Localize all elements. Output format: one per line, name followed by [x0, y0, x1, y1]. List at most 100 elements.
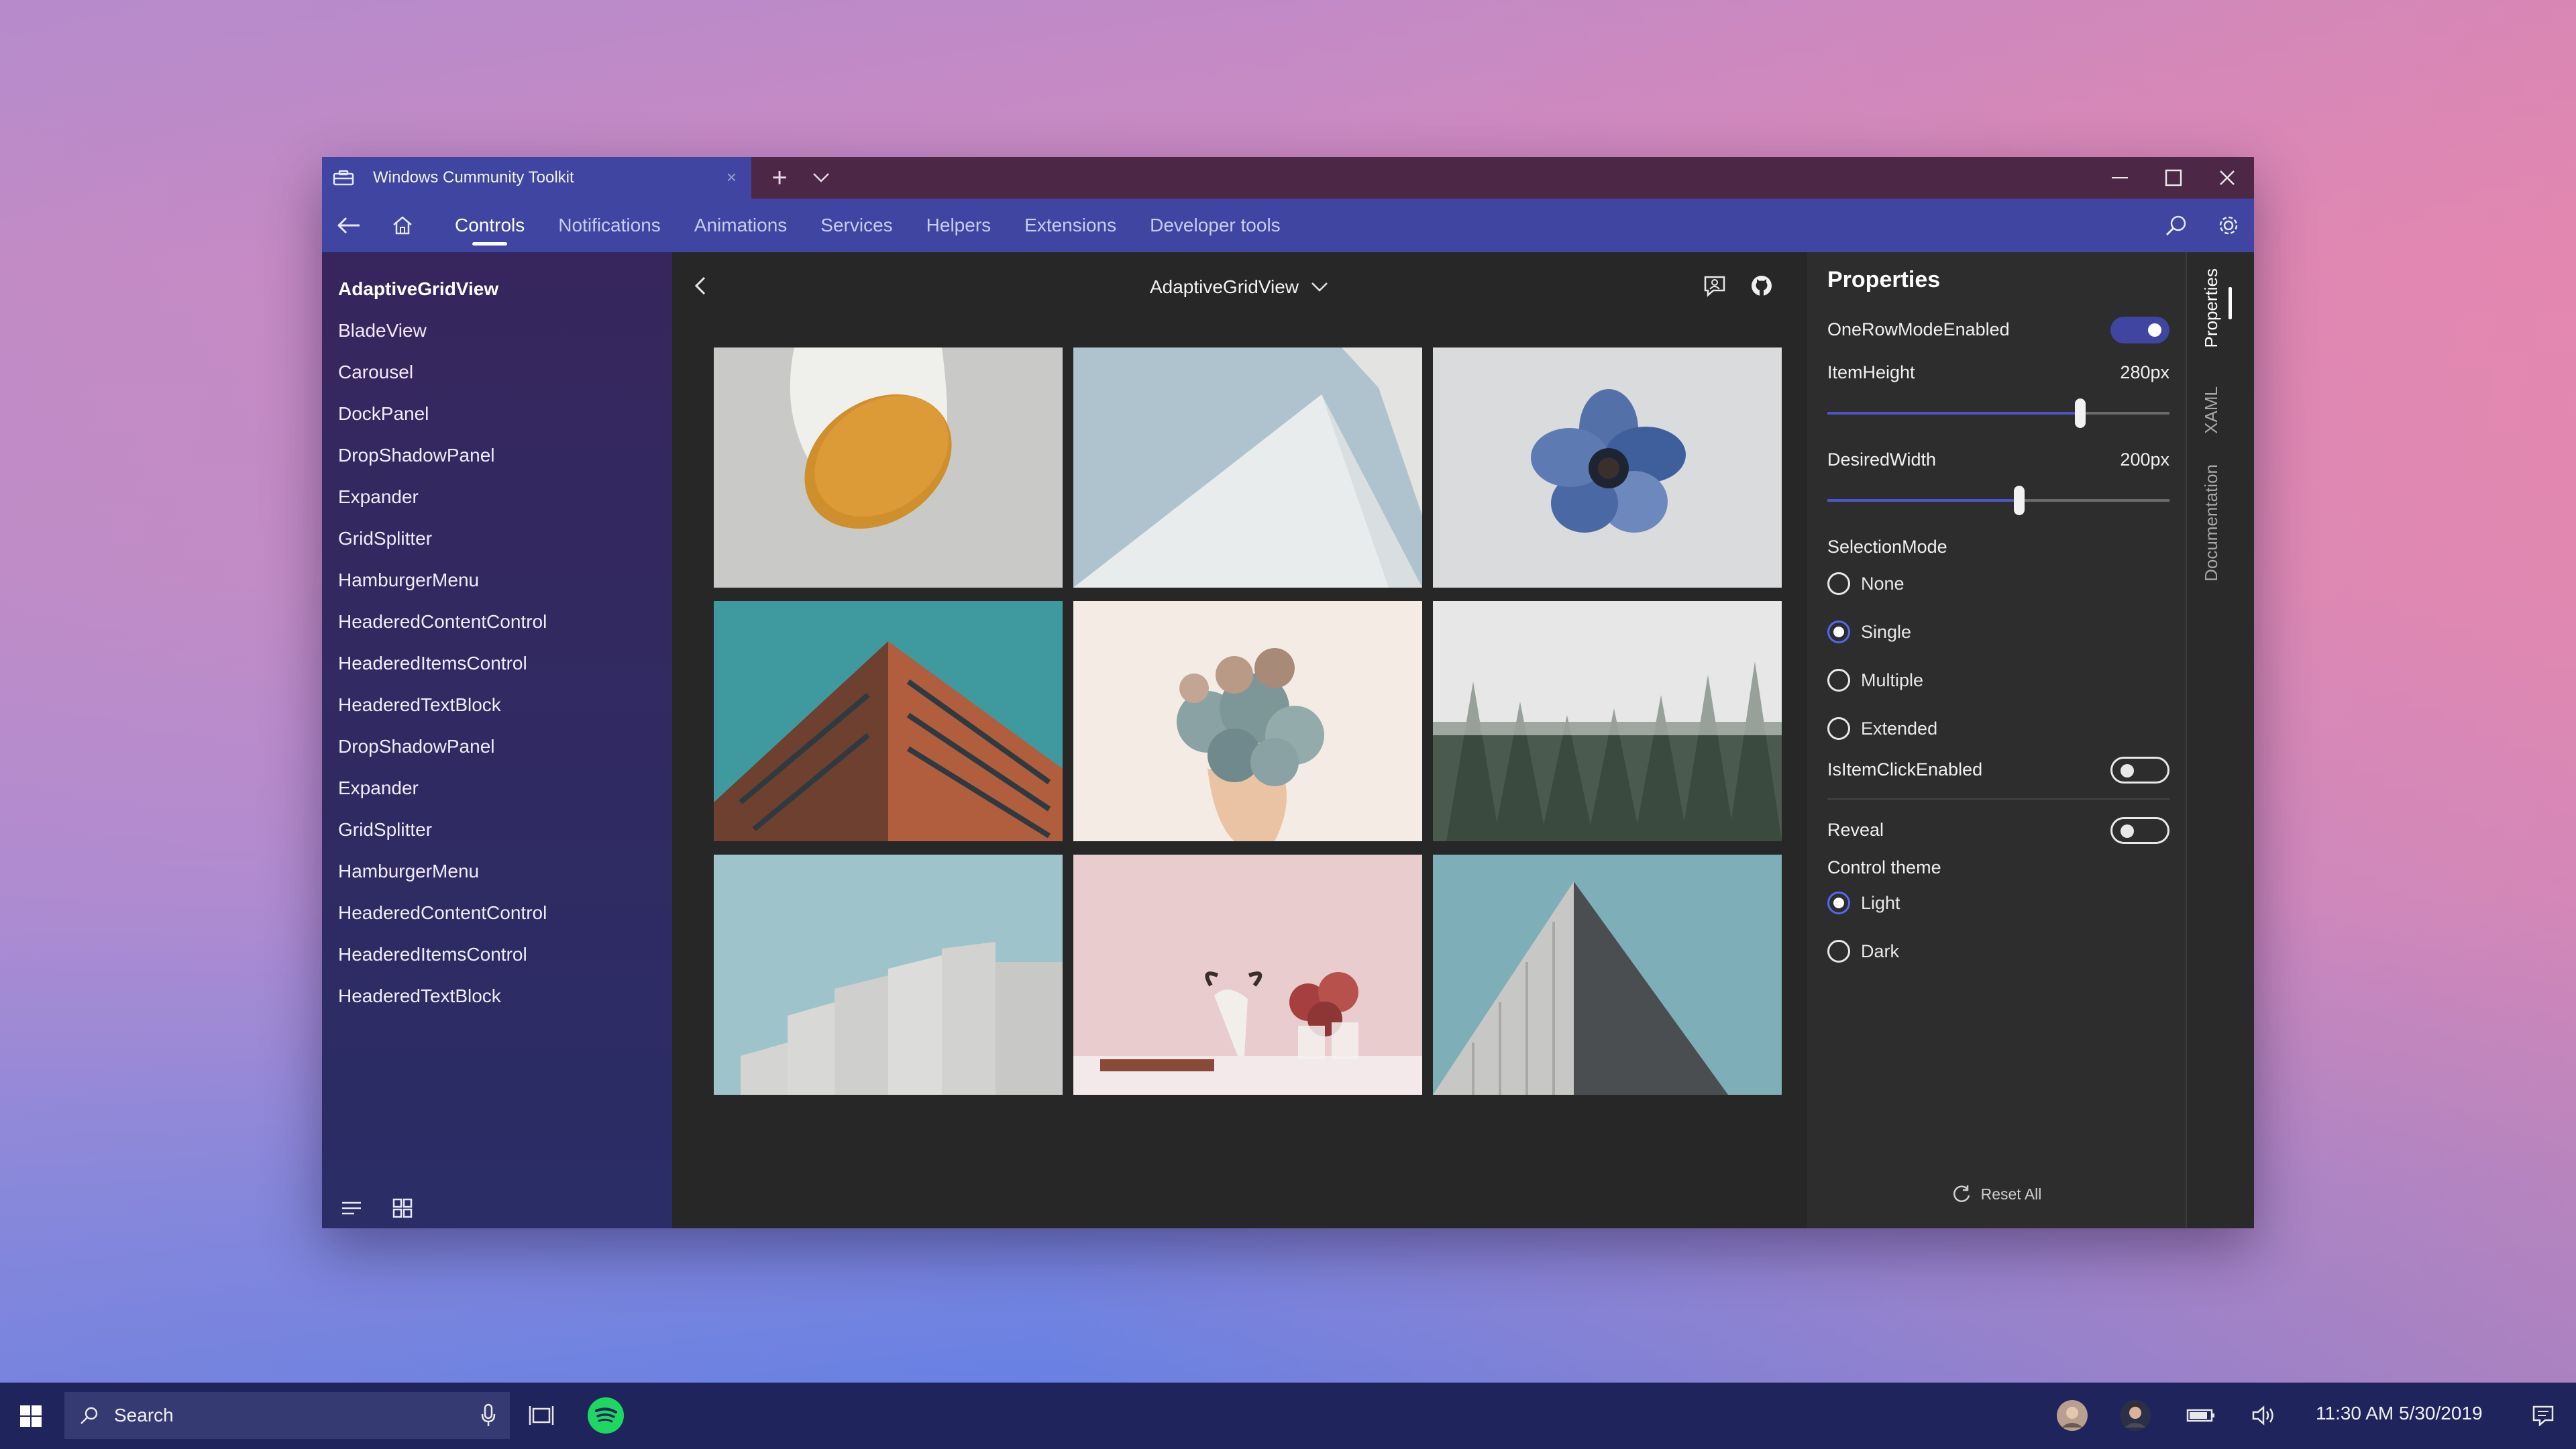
- sidebar-item-bladeview[interactable]: BladeView: [338, 310, 547, 352]
- action-center-icon[interactable]: [2526, 1399, 2560, 1432]
- taskbar-search-box[interactable]: Search: [64, 1392, 510, 1439]
- maximize-button[interactable]: [2147, 157, 2200, 199]
- sidebar-item-hamburgermenu[interactable]: HamburgerMenu: [338, 559, 547, 601]
- white-pyramid-sky-photo[interactable]: [1073, 347, 1422, 588]
- nav-tab-helpers[interactable]: Helpers: [926, 199, 991, 252]
- sidebar-item-gridsplitter-2[interactable]: GridSplitter: [338, 809, 547, 851]
- succulent-bouquet-photo[interactable]: [1073, 601, 1422, 841]
- toggle-knob: [2148, 323, 2161, 337]
- sidebar-item-dockpanel[interactable]: DockPanel: [338, 393, 547, 435]
- windows-start-icon[interactable]: [11, 1396, 51, 1436]
- tab-title: Windows Cummunity Toolkit: [373, 168, 574, 186]
- nav-tab-notifications[interactable]: Notifications: [558, 199, 661, 252]
- item-height-value: 280px: [2120, 362, 2169, 382]
- nav-tab-developer-tools[interactable]: Developer tools: [1150, 199, 1281, 252]
- brick-building-photo[interactable]: [714, 601, 1063, 841]
- selection-mode-none-radio[interactable]: None: [1827, 570, 1904, 597]
- desired-width-slider[interactable]: [1827, 486, 2169, 515]
- pivot-label: XAML: [2200, 386, 2221, 434]
- selection-mode-extended-radio[interactable]: Extended: [1827, 715, 1937, 742]
- yellow-lamp-photo[interactable]: [714, 347, 1063, 588]
- task-view-icon[interactable]: [525, 1399, 558, 1432]
- nav-tab-extensions[interactable]: Extensions: [1024, 199, 1116, 252]
- item-height-slider[interactable]: [1827, 398, 2169, 428]
- slider-thumb[interactable]: [2075, 398, 2086, 428]
- radio-label: Light: [1861, 892, 1900, 913]
- new-tab-plus-icon[interactable]: +: [766, 164, 793, 191]
- battery-icon[interactable]: [2184, 1399, 2218, 1432]
- is-item-click-toggle[interactable]: [2110, 757, 2169, 784]
- microphone-icon[interactable]: [480, 1403, 496, 1428]
- pivot-tab-documentation[interactable]: Documentation: [2198, 464, 2224, 582]
- sidebar-item-adaptivegridview[interactable]: AdaptiveGridView: [338, 268, 547, 310]
- search-icon: [80, 1407, 98, 1424]
- slider-thumb[interactable]: [2014, 486, 2025, 515]
- nav-tab-controls[interactable]: Controls: [455, 199, 525, 252]
- radio-circle: [1827, 669, 1850, 692]
- sidebar-item-carousel[interactable]: Carousel: [338, 352, 547, 393]
- volume-icon[interactable]: [2247, 1399, 2281, 1432]
- browser-tab[interactable]: Windows Cummunity Toolkit ×: [322, 157, 751, 199]
- selection-mode-multiple-radio[interactable]: Multiple: [1827, 667, 1923, 694]
- properties-title: Properties: [1827, 267, 1941, 292]
- pivot-label: Properties: [2200, 268, 2221, 348]
- taskbar-clock[interactable]: 11:30 AM 5/30/2019: [2316, 1403, 2483, 1424]
- selection-mode-label: SelectionMode: [1827, 537, 1947, 557]
- back-arrow-icon[interactable]: [322, 199, 376, 252]
- pivot-label: Documentation: [2200, 464, 2221, 582]
- gear-icon[interactable]: [2215, 212, 2242, 239]
- radio-label: Multiple: [1861, 669, 1924, 690]
- sidebar-item-dropshadowpanel[interactable]: DropShadowPanel: [338, 435, 547, 476]
- white-triangle-building-photo[interactable]: [1433, 855, 1782, 1095]
- feedback-icon[interactable]: [1701, 272, 1728, 299]
- sidebar-item-dropshadowpanel-2[interactable]: DropShadowPanel: [338, 726, 547, 767]
- home-icon[interactable]: [382, 199, 423, 252]
- minimize-button[interactable]: [2093, 157, 2147, 199]
- slider-fill: [1827, 412, 2080, 415]
- control-theme-label: Control theme: [1827, 857, 1941, 877]
- blue-flower-photo[interactable]: [1433, 347, 1782, 588]
- sidebar-item-expander-2[interactable]: Expander: [338, 767, 547, 809]
- nav-tab-services[interactable]: Services: [820, 199, 892, 252]
- pivot-tab-properties[interactable]: Properties: [2198, 268, 2224, 348]
- sidebar-item-headeredtextblock[interactable]: HeaderedTextBlock: [338, 684, 547, 726]
- tab-close-icon[interactable]: ×: [727, 168, 737, 186]
- slider-fill: [1827, 499, 2019, 502]
- reveal-toggle[interactable]: [2110, 817, 2169, 844]
- sidebar-item-hamburgermenu-2[interactable]: HamburgerMenu: [338, 851, 547, 892]
- github-icon[interactable]: [1748, 272, 1775, 299]
- list-view-icon[interactable]: [338, 1195, 365, 1222]
- properties-divider: [1827, 798, 2169, 800]
- sample-content-area: AdaptiveGridView: [672, 252, 1807, 1228]
- theme-light-radio[interactable]: Light: [1827, 890, 1900, 916]
- sample-picker[interactable]: AdaptiveGridView: [672, 272, 1807, 302]
- concrete-buildings-photo[interactable]: [714, 855, 1063, 1095]
- search-icon[interactable]: [2163, 212, 2190, 239]
- tab-list-chevron-icon[interactable]: [808, 164, 835, 191]
- sidebar-item-headeredcontentcontrol[interactable]: HeaderedContentControl: [338, 601, 547, 643]
- grid-view-icon[interactable]: [389, 1195, 416, 1222]
- sidebar-item-expander[interactable]: Expander: [338, 476, 547, 518]
- one-row-mode-label: OneRowModeEnabled: [1827, 319, 2010, 339]
- sidebar-item-gridsplitter[interactable]: GridSplitter: [338, 518, 547, 559]
- reset-all-button[interactable]: Reset All: [1807, 1181, 2186, 1208]
- item-height-label: ItemHeight: [1827, 362, 1915, 382]
- top-navigation-bar: Controls Notifications Animations Servic…: [322, 199, 2254, 252]
- radio-circle: [1827, 572, 1850, 595]
- theme-dark-radio[interactable]: Dark: [1827, 938, 1899, 965]
- one-row-mode-toggle[interactable]: [2110, 317, 2169, 343]
- selection-mode-single-radio[interactable]: Single: [1827, 619, 1911, 645]
- contact-avatar-1[interactable]: [2055, 1399, 2089, 1432]
- pink-still-life-photo[interactable]: [1073, 855, 1422, 1095]
- close-window-button[interactable]: [2200, 157, 2254, 199]
- contact-avatar-2[interactable]: [2118, 1399, 2152, 1432]
- sidebar-item-headeredtextblock-2[interactable]: HeaderedTextBlock: [338, 975, 547, 1017]
- spotify-icon[interactable]: [588, 1397, 624, 1434]
- pivot-tab-xaml[interactable]: XAML: [2198, 386, 2224, 434]
- foggy-forest-photo[interactable]: [1433, 601, 1782, 841]
- toggle-knob: [2121, 824, 2134, 838]
- sidebar-item-headereditemscontrol-2[interactable]: HeaderedItemsControl: [338, 934, 547, 975]
- sidebar-item-headereditemscontrol[interactable]: HeaderedItemsControl: [338, 643, 547, 684]
- sidebar-item-headeredcontentcontrol-2[interactable]: HeaderedContentControl: [338, 892, 547, 934]
- nav-tab-animations[interactable]: Animations: [694, 199, 788, 252]
